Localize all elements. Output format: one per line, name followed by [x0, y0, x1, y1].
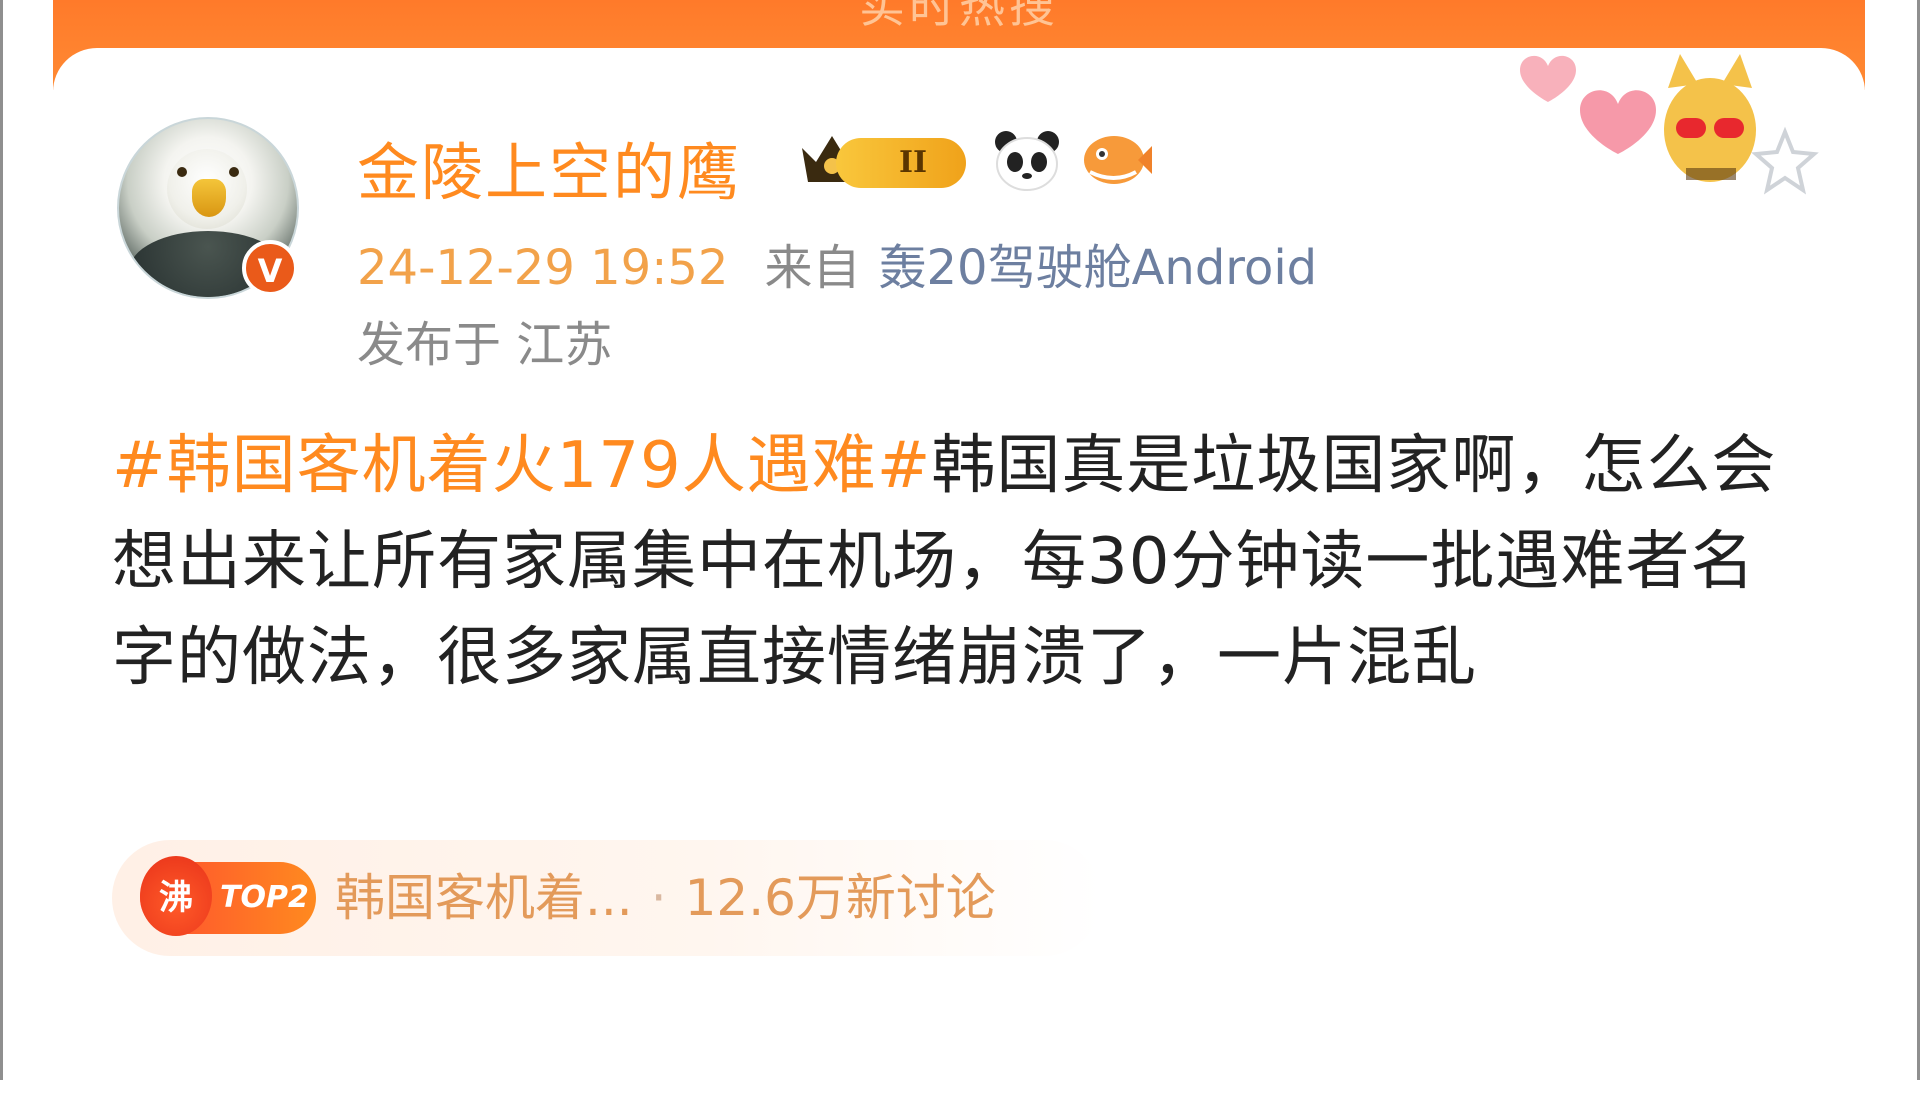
- verified-badge-icon: V: [242, 240, 298, 296]
- post-meta: 24-12-29 19:52 来自 轰20驾驶舱Android: [357, 228, 1317, 298]
- header-title: 实时热搜: [859, 0, 1059, 33]
- member-level-badge[interactable]: II: [796, 128, 976, 190]
- topic-discussion-count: 12.6万新讨论: [684, 869, 996, 927]
- frame-left-border: [0, 0, 3, 1080]
- from-label: 来自: [764, 240, 861, 296]
- post-time: 24-12-29 19:52: [357, 240, 729, 296]
- topic-separator: ·: [650, 869, 667, 927]
- hot-topic-text[interactable]: 韩国客机着... · 12.6万新讨论: [335, 862, 996, 934]
- panda-icon: [995, 131, 1059, 191]
- hot-rank-badge: 沸 TOP2: [140, 856, 316, 936]
- rank-label: TOP2: [220, 880, 309, 915]
- post-content: #韩国客机着火179人遇难#韩国真是垃圾国家啊，怎么会想出来让所有家属集中在机场…: [112, 418, 1792, 706]
- fish-icon: [1084, 136, 1152, 184]
- hashtag-link[interactable]: #韩国客机着火179人遇难#: [112, 429, 931, 503]
- topic-title: 韩国客机着...: [335, 869, 633, 927]
- post-location: 发布于 江苏: [357, 317, 613, 373]
- decoration-cat-hearts-icon: [1520, 54, 1819, 195]
- author-name[interactable]: 金陵上空的鹰: [357, 122, 741, 212]
- hot-flame-icon: 沸: [140, 856, 212, 936]
- level-label: II: [898, 145, 928, 180]
- device-name[interactable]: 轰20驾驶舱Android: [878, 240, 1317, 296]
